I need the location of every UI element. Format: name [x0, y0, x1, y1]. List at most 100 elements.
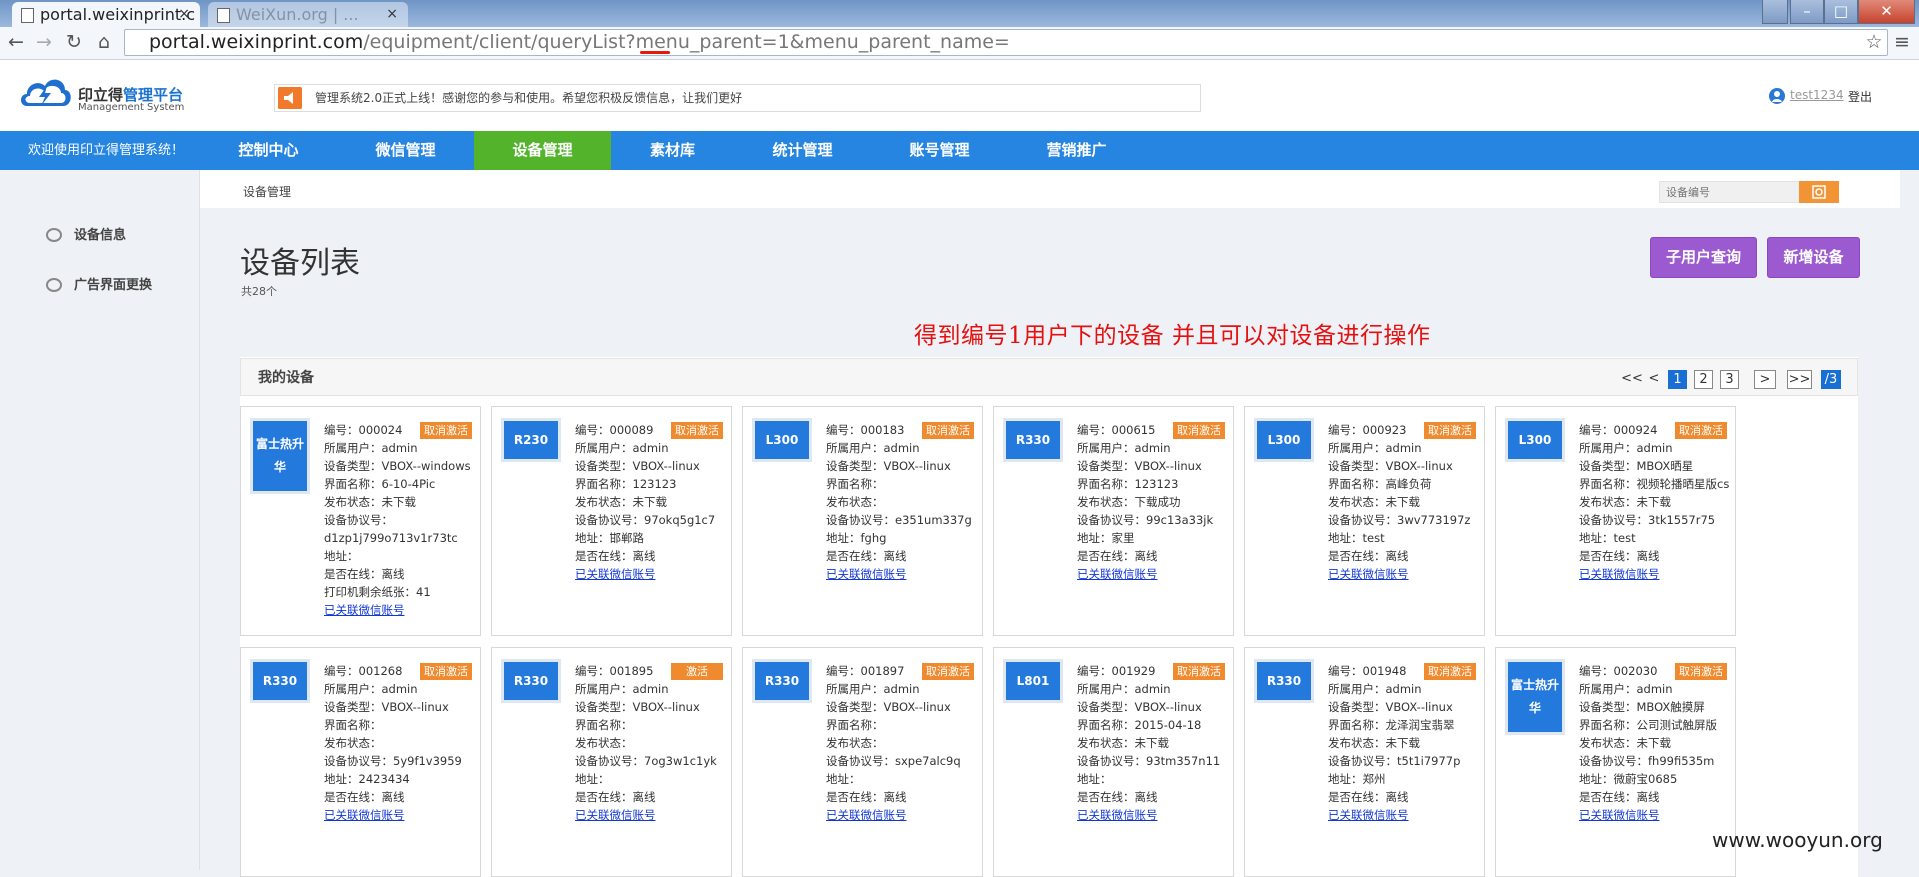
device-info-line: 设备类型：VBOX--linux — [575, 700, 700, 714]
device-model-tile[interactable]: L300 — [1257, 421, 1311, 459]
device-info-line: 是否在线：离线 — [826, 790, 907, 804]
breadcrumb-bar — [200, 170, 1900, 208]
browser-menu-icon[interactable]: ≡ — [1890, 30, 1914, 54]
device-model-tile[interactable]: R330 — [504, 662, 558, 700]
device-info-line: 所属用户：admin — [1579, 441, 1673, 455]
device-info-line: 编号：001948 — [1328, 664, 1407, 678]
device-info-line: 所属用户：admin — [324, 682, 418, 696]
device-model-tile[interactable]: 富士热升华 — [253, 421, 307, 491]
linked-wechat-link[interactable]: 已关联微信账号 — [1579, 806, 1774, 824]
device-model-tile[interactable]: L300 — [1508, 421, 1562, 459]
pager-prev[interactable]: < — [1647, 370, 1661, 389]
device-info-line: 设备协议号：3wv773197z — [1328, 513, 1471, 527]
device-model-tile[interactable]: R330 — [755, 662, 809, 700]
device-info-line: 所属用户：admin — [1328, 682, 1422, 696]
user-switch-button[interactable] — [1762, 0, 1788, 24]
pager-last[interactable]: >> — [1787, 370, 1812, 389]
linked-wechat-link[interactable]: 已关联微信账号 — [324, 601, 519, 619]
notice-text: 管理系统2.0正式上线！感谢您的参与和使用。希望您积极反馈信息，让我们更好 — [315, 91, 743, 105]
pager-page-1[interactable]: 1 — [1668, 370, 1687, 389]
add-device-button[interactable]: 新增设备 — [1767, 237, 1860, 278]
linked-wechat-link[interactable]: 已关联微信账号 — [1077, 565, 1272, 583]
pager-total: /3 — [1821, 370, 1841, 389]
device-info-line: 是否在线：离线 — [1077, 790, 1158, 804]
device-model-tile[interactable]: 富士热升华 — [1508, 662, 1562, 732]
nav-item-materials[interactable]: 素材库 — [604, 131, 741, 170]
device-info-line: 设备协议号：fh99fi535m — [1579, 754, 1715, 768]
pager-page-3[interactable]: 3 — [1720, 370, 1739, 389]
device-info-line: 设备类型：MBOX晒星 — [1579, 459, 1694, 473]
nav-item-statistics[interactable]: 统计管理 — [734, 131, 871, 170]
device-info-line: 编号：002030 — [1579, 664, 1658, 678]
tab-title: portal.weixinprint.c — [40, 5, 196, 24]
device-info-line: 编号：001895 — [575, 664, 654, 678]
nav-item-accounts[interactable]: 账号管理 — [871, 131, 1008, 170]
device-info-line: 所属用户：admin — [1579, 682, 1673, 696]
minimize-button[interactable]: – — [1790, 0, 1824, 24]
linked-wechat-link[interactable]: 已关联微信账号 — [826, 565, 1021, 583]
nav-item-wechat[interactable]: 微信管理 — [337, 131, 474, 170]
pager-first[interactable]: << — [1621, 370, 1643, 389]
device-info-line: 是否在线：离线 — [324, 567, 405, 581]
tab-close-icon[interactable]: × — [386, 2, 398, 27]
search-input[interactable] — [1666, 182, 1796, 202]
linked-wechat-link[interactable]: 已关联微信账号 — [1328, 565, 1523, 583]
address-bar[interactable]: portal.weixinprint.com/equipment/client/… — [124, 29, 1888, 56]
device-info-line: 界面名称：2015-04-18 — [1077, 718, 1202, 732]
maximize-button[interactable]: □ — [1824, 0, 1858, 24]
tab-close-icon[interactable]: × — [178, 2, 190, 27]
device-model-tile[interactable]: R330 — [1257, 662, 1311, 700]
device-model-tile[interactable]: L801 — [1006, 662, 1060, 700]
reload-icon[interactable]: ↻ — [62, 30, 86, 54]
nav-item-marketing[interactable]: 营销推广 — [1008, 131, 1145, 170]
sidebar-item-device-info[interactable]: 设备信息 — [46, 224, 126, 243]
device-info-line: 所属用户：admin — [1328, 441, 1422, 455]
device-info-line: 界面名称： — [826, 477, 884, 491]
pager-page-2[interactable]: 2 — [1694, 370, 1713, 389]
username-link[interactable]: test1234 — [1790, 88, 1844, 102]
browser-tab-active[interactable]: portal.weixinprint.c × — [12, 2, 200, 27]
close-window-button[interactable]: ✕ — [1858, 0, 1915, 24]
device-info-line: 界面名称：龙泽润宝翡翠 — [1328, 718, 1455, 732]
device-info-line: 设备类型：VBOX--linux — [1328, 459, 1453, 473]
device-info-line: 地址： — [575, 772, 610, 786]
home-icon[interactable]: ⌂ — [92, 30, 116, 54]
device-info-line: 设备协议号：99c13a33jk — [1077, 513, 1214, 527]
pager-next[interactable]: > — [1754, 370, 1776, 389]
chat-bubble-icon — [46, 227, 62, 242]
device-info-line: 地址：郑州 — [1328, 772, 1386, 786]
device-info-line: 界面名称：123123 — [575, 477, 677, 491]
device-model-tile[interactable]: R330 — [1006, 421, 1060, 459]
linked-wechat-link[interactable]: 已关联微信账号 — [826, 806, 1021, 824]
device-info-line: 设备协议号：t5t1i7977p — [1328, 754, 1461, 768]
page-icon — [217, 8, 230, 23]
linked-wechat-link[interactable]: 已关联微信账号 — [1328, 806, 1523, 824]
device-info-line: 发布状态：未下载 — [324, 495, 416, 509]
browser-tab-inactive[interactable]: WeiXun.org | ... × — [208, 2, 408, 27]
device-model-tile[interactable]: L300 — [755, 421, 809, 459]
nav-item-devices[interactable]: 设备管理 — [474, 131, 611, 170]
linked-wechat-link[interactable]: 已关联微信账号 — [575, 806, 770, 824]
device-info-line: 是否在线：离线 — [324, 790, 405, 804]
device-info-line: 地址：邯郸路 — [575, 531, 644, 545]
sub-user-query-button[interactable]: 子用户查询 — [1650, 237, 1757, 278]
search-button[interactable] — [1799, 181, 1839, 203]
cloud-bolt-logo-icon[interactable] — [17, 72, 73, 110]
linked-wechat-link[interactable]: 已关联微信账号 — [1077, 806, 1272, 824]
nav-item-control-center[interactable]: 控制中心 — [200, 131, 337, 170]
device-info-line: 编号：000923 — [1328, 423, 1407, 437]
bookmark-star-icon[interactable]: ☆ — [1862, 30, 1886, 54]
device-info-line: 是否在线：离线 — [1328, 549, 1409, 563]
linked-wechat-link[interactable]: 已关联微信账号 — [1579, 565, 1774, 583]
device-info: 编号：000089 所属用户：admin 设备类型：VBOX--linux 界面名称：… — [575, 421, 770, 583]
logout-link[interactable]: 登出 — [1848, 88, 1872, 105]
device-model-tile[interactable]: R230 — [504, 421, 558, 459]
linked-wechat-link[interactable]: 已关联微信账号 — [575, 565, 770, 583]
device-info-line: 地址：2423434 — [324, 772, 410, 786]
back-icon[interactable]: ← — [4, 30, 28, 54]
device-card: L801 取消激活 编号：001929 所属用户：admin 设备类型：VBOX--li… — [993, 647, 1234, 877]
linked-wechat-link[interactable]: 已关联微信账号 — [324, 806, 519, 824]
sidebar-item-ad-screen[interactable]: 广告界面更换 — [46, 274, 152, 293]
device-model-tile[interactable]: R330 — [253, 662, 307, 700]
forward-icon[interactable]: → — [32, 30, 56, 54]
